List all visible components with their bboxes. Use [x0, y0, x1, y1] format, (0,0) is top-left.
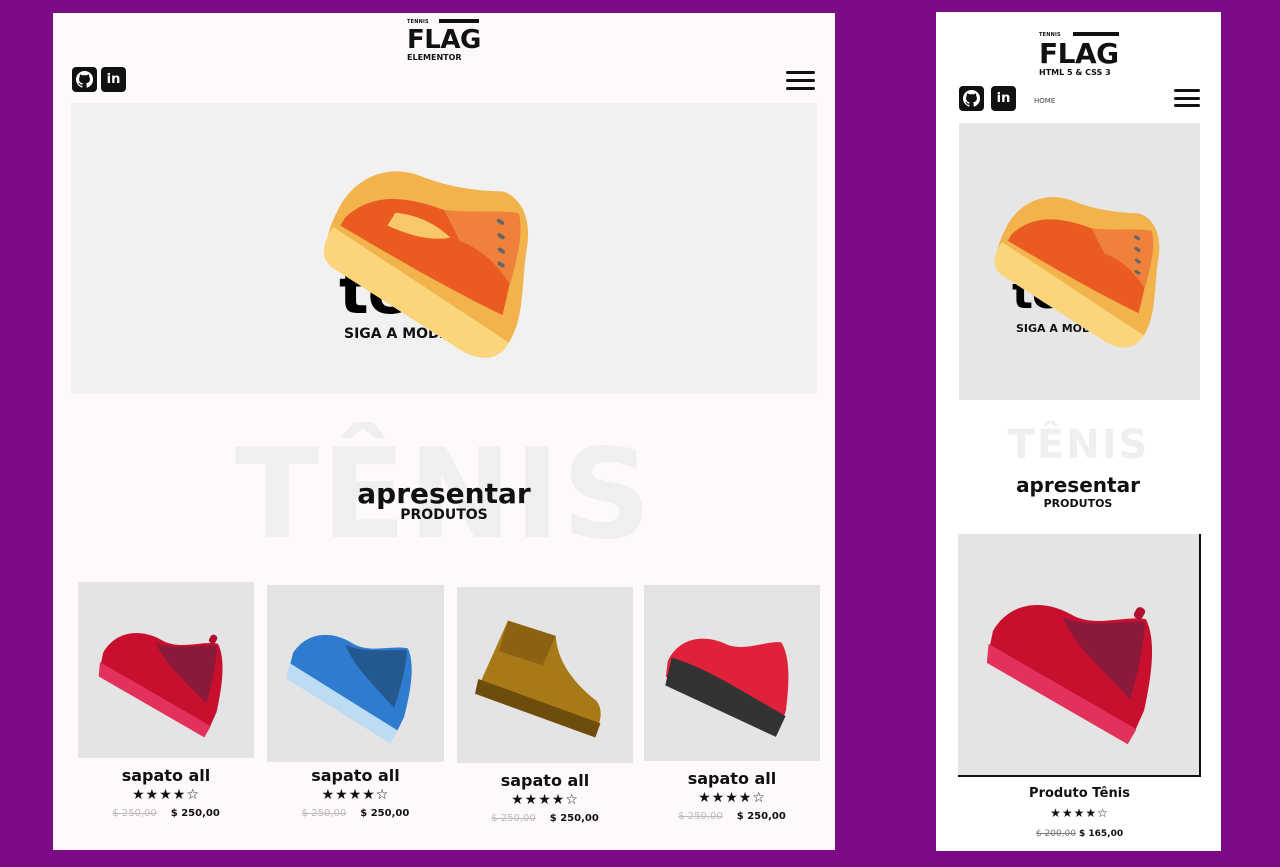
product-image[interactable]: [267, 585, 444, 762]
logo-big-text: FLAG: [1039, 37, 1119, 70]
logo-sub-text: HTML 5 & CSS 3: [1039, 68, 1111, 77]
price: $ 250,00: [736, 811, 786, 822]
social-links: in: [72, 67, 126, 92]
product-image[interactable]: [78, 582, 254, 758]
product-prices: $ 250,00 $ 250,00: [644, 811, 820, 822]
product-card[interactable]: sapato all ★★★★☆ $ 250,00 $ 250,00: [78, 582, 254, 832]
boot-brown-icon: [474, 620, 601, 738]
logo-bar: [1073, 32, 1119, 36]
old-price: $ 250,00: [301, 808, 347, 819]
product-prices: $ 200,00 $ 165,00: [958, 829, 1201, 839]
product-prices: $ 250,00 $ 250,00: [457, 813, 633, 824]
github-icon[interactable]: [959, 86, 984, 111]
product-card[interactable]: sapato all ★★★★☆ $ 250,00 $ 250,00: [644, 585, 820, 835]
desktop-preview: TENNIS FLAG ELEMENTOR in tênis SIGA A MO…: [53, 13, 835, 850]
logo-sub-text: ELEMENTOR: [407, 53, 462, 62]
product-prices: $ 250,00 $ 250,00: [78, 808, 254, 819]
old-price: $ 250,00: [112, 808, 157, 819]
mobile-preview: TENNIS FLAG HTML 5 & CSS 3 in HOME tênis…: [936, 12, 1221, 851]
hero-sneaker-image: [994, 197, 1160, 348]
hero-banner: tênis SIGA A MODA: [959, 123, 1200, 400]
price: $ 165,00: [1078, 829, 1124, 839]
hamburger-menu-icon[interactable]: [786, 71, 815, 90]
products-heading: apresentar PRODUTOS: [294, 477, 594, 523]
product-rating: ★★★★☆: [132, 787, 200, 803]
products-subtitle: PRODUTOS: [400, 507, 488, 523]
product-card[interactable]: sapato all ★★★★☆ $ 250,00 $ 250,00: [267, 585, 444, 835]
product-name[interactable]: sapato all: [78, 766, 254, 785]
logo-bar: [439, 19, 479, 23]
old-price: $ 200,00: [1035, 829, 1076, 839]
price: $ 250,00: [549, 813, 599, 824]
site-logo[interactable]: TENNIS FLAG HTML 5 & CSS 3: [1039, 31, 1121, 79]
product-rating: ★★★★☆: [1050, 806, 1109, 820]
product-image[interactable]: [457, 587, 633, 763]
price: $ 250,00: [170, 808, 220, 819]
logo-big-text: FLAG: [407, 25, 481, 55]
product-image[interactable]: [644, 585, 820, 761]
products-title: apresentar: [1016, 473, 1140, 497]
product-name[interactable]: sapato all: [644, 769, 820, 788]
price: $ 250,00: [360, 808, 410, 819]
hamburger-menu-icon[interactable]: [1174, 89, 1200, 107]
product-name[interactable]: Produto Tênis: [958, 786, 1201, 801]
hero-banner: tênis SIGA A MODA: [71, 103, 817, 394]
github-icon[interactable]: [72, 67, 97, 92]
product-name[interactable]: sapato all: [457, 771, 633, 790]
sneaker-blue-icon: [286, 634, 412, 744]
sneaker-red-icon: [986, 604, 1153, 745]
social-links: in: [959, 86, 1016, 111]
linkedin-icon[interactable]: in: [101, 67, 126, 92]
product-card[interactable]: Produto Tênis ★★★★☆ $ 200,00 $ 165,00: [958, 534, 1201, 844]
product-card[interactable]: sapato all ★★★★☆ $ 250,00 $ 250,00: [457, 587, 633, 837]
product-rating: ★★★★☆: [698, 790, 766, 806]
site-logo[interactable]: TENNIS FLAG ELEMENTOR: [407, 18, 482, 63]
product-prices: $ 250,00 $ 250,00: [267, 808, 444, 819]
products-subtitle: PRODUTOS: [1043, 497, 1113, 510]
sneaker-black-red-icon: [665, 638, 789, 737]
products-heading: apresentar PRODUTOS: [978, 473, 1178, 510]
old-price: $ 250,00: [491, 813, 536, 824]
product-rating: ★★★★☆: [321, 787, 390, 803]
old-price: $ 250,00: [678, 811, 723, 822]
sneaker-red-icon: [98, 633, 223, 738]
section-watermark: TÊNIS: [1007, 422, 1150, 468]
product-rating: ★★★★☆: [511, 792, 579, 808]
hero-sneaker-image: [323, 171, 529, 358]
linkedin-icon[interactable]: in: [991, 86, 1016, 111]
nav-home-link[interactable]: HOME: [1034, 97, 1055, 105]
product-name[interactable]: sapato all: [267, 766, 444, 785]
product-image[interactable]: [958, 534, 1201, 777]
products-title: apresentar: [357, 477, 531, 510]
